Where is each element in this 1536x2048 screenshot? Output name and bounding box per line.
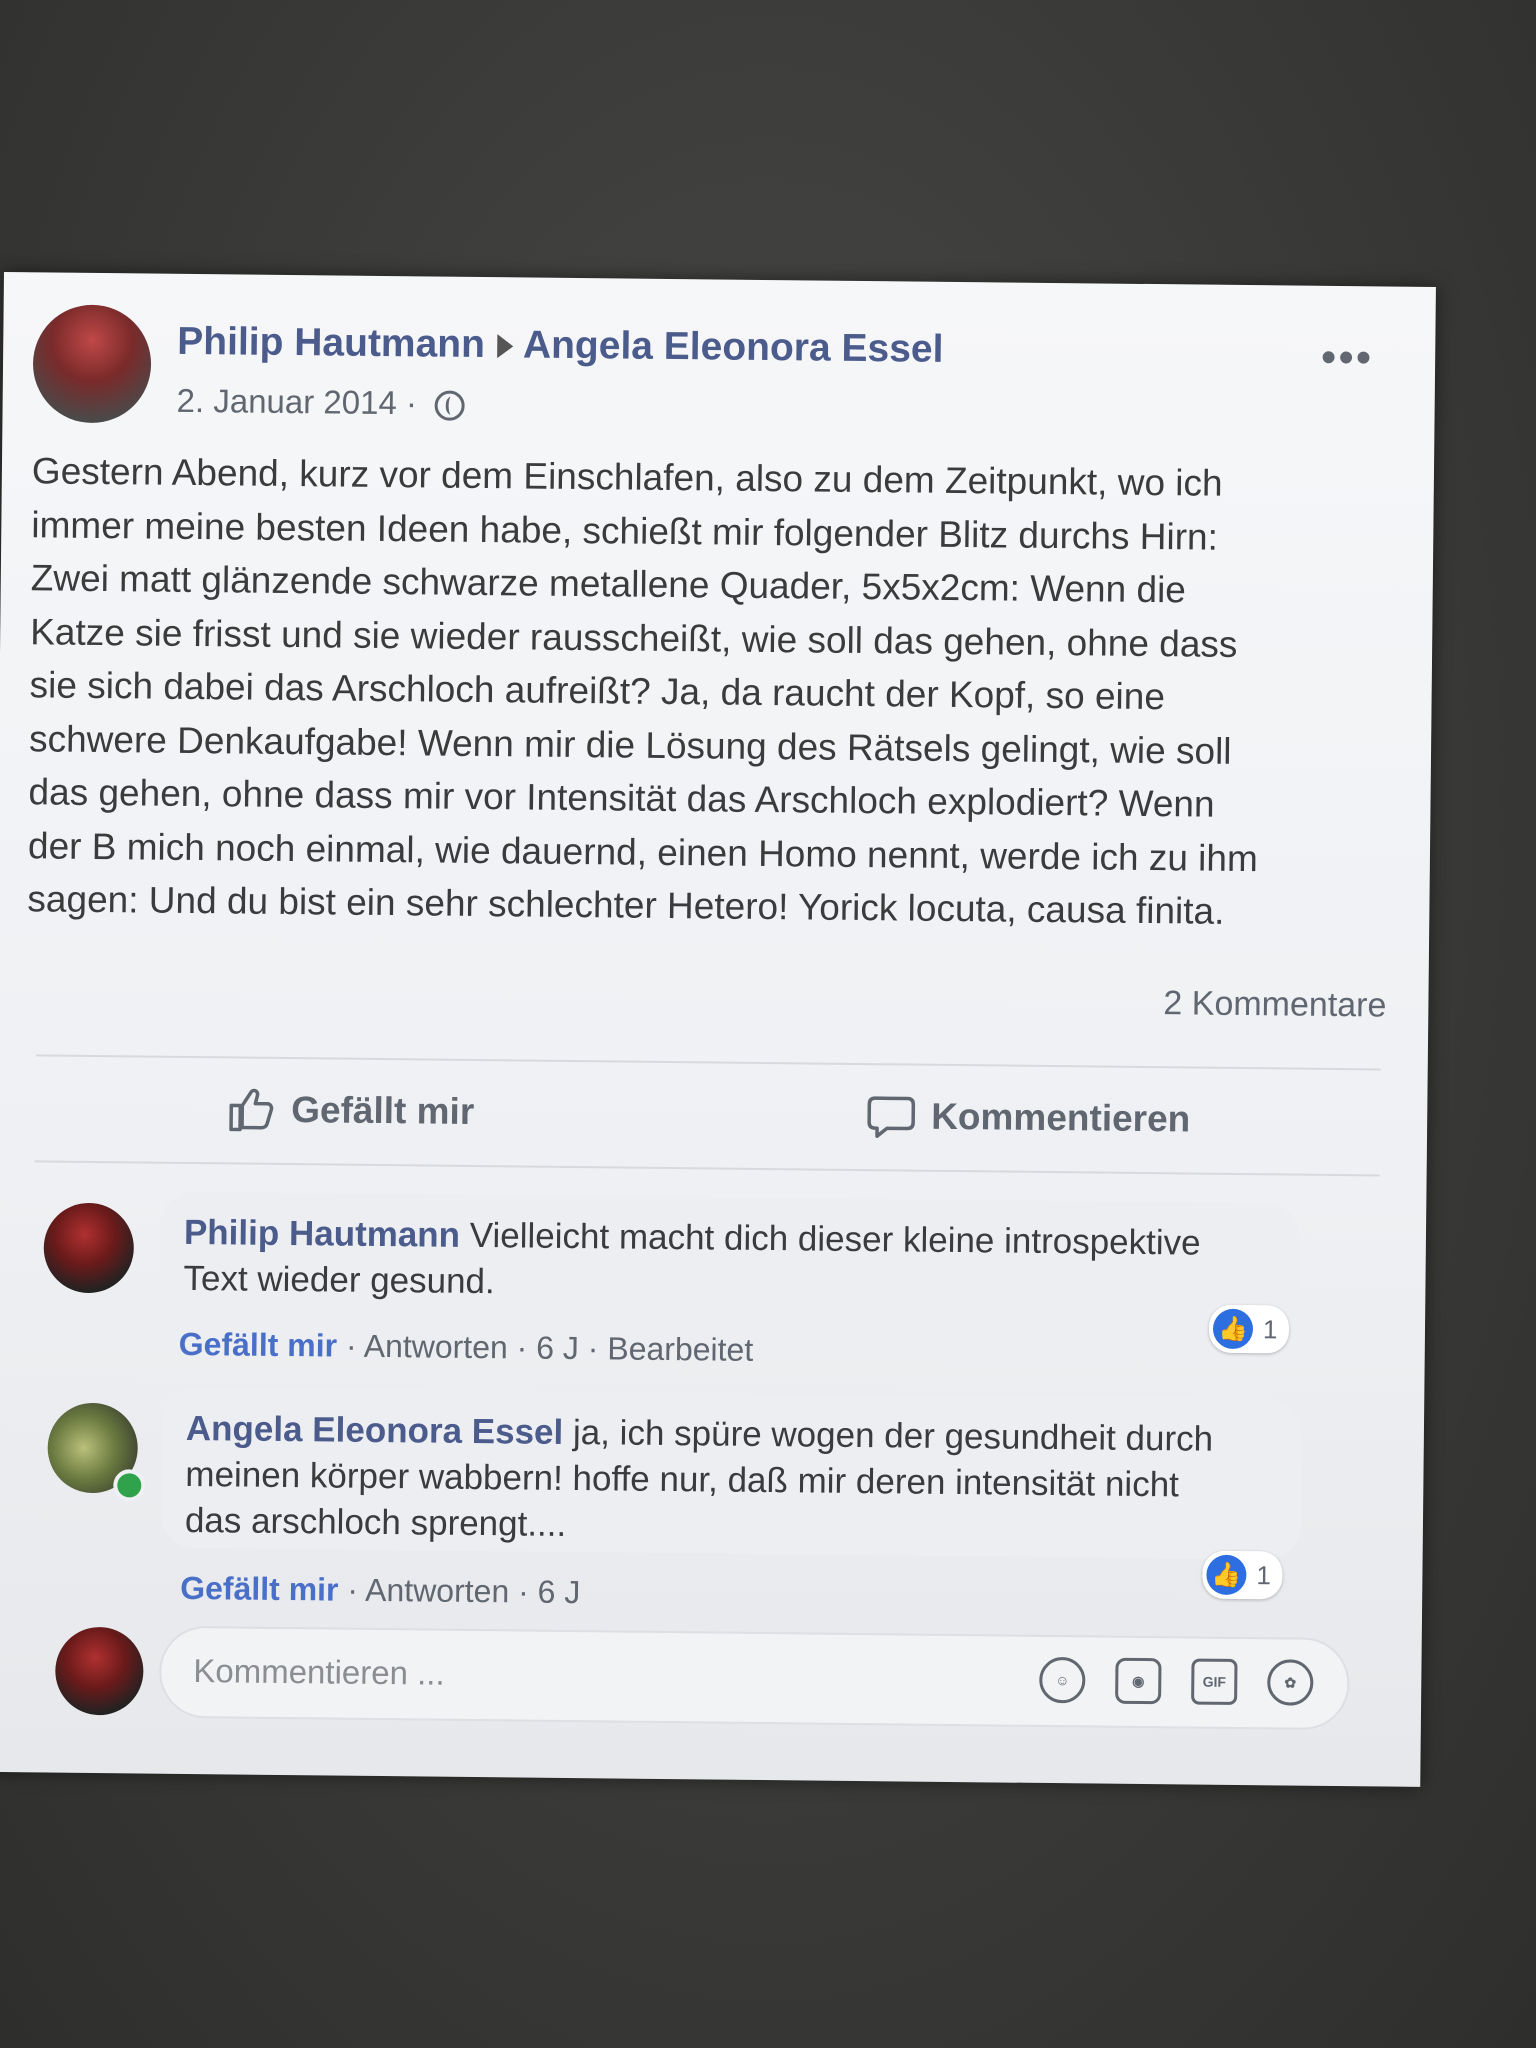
post-date[interactable]: 2. Januar 2014 · [176, 382, 417, 422]
online-status-dot [113, 1469, 146, 1502]
gif-icon[interactable]: GIF [1191, 1658, 1238, 1705]
like-button-label: Gefällt mir [291, 1089, 475, 1132]
comment-button[interactable]: Kommentieren [865, 1081, 1191, 1154]
post-meta: 2. Januar 2014 · [176, 382, 465, 423]
composer-placeholder: Kommentieren ... [193, 1652, 445, 1692]
comment-meta-text[interactable]: · Antworten · 6 J · Bearbeitet [346, 1328, 754, 1368]
thumbs-up-reaction-icon: 👍 [1206, 1554, 1247, 1596]
commenter-name[interactable]: Philip Hautmann [184, 1213, 461, 1255]
divider [34, 1160, 1380, 1177]
reaction-count[interactable]: 👍 1 [1202, 1550, 1284, 1600]
reaction-number: 1 [1256, 1559, 1272, 1590]
author-line: Philip Hautmann Angela Eleonora Essel [177, 320, 944, 372]
globe-icon [433, 390, 465, 422]
more-options-icon[interactable]: ••• [1321, 333, 1374, 383]
sticker-icon[interactable]: ✿ [1267, 1659, 1314, 1706]
target-name[interactable]: Angela Eleonora Essel [523, 323, 944, 370]
facebook-post-card: Philip Hautmann Angela Eleonora Essel 2. … [0, 272, 1436, 1787]
comment-actions: Gefällt mir · Antworten · 6 J [180, 1570, 580, 1611]
divider [35, 1054, 1381, 1071]
comment-count[interactable]: 2 Kommentare [1163, 984, 1386, 1025]
camera-icon[interactable]: ◉ [1115, 1657, 1162, 1705]
comment-like-link[interactable]: Gefällt mir [180, 1570, 339, 1608]
composer-icons: ☺ ◉ GIF ✿ [1039, 1656, 1314, 1706]
author-name[interactable]: Philip Hautmann [177, 320, 485, 366]
comment-bubble: Philip Hautmann Vielleicht macht dich di… [159, 1191, 1301, 1316]
commenter-name[interactable]: Angela Eleonora Essel [186, 1409, 564, 1452]
comment-button-label: Kommentieren [930, 1095, 1191, 1140]
smiley-icon[interactable]: ☺ [1039, 1656, 1086, 1704]
comment-actions: Gefällt mir · Antworten · 6 J · Bearbeit… [179, 1326, 754, 1369]
reaction-number: 1 [1262, 1313, 1278, 1344]
current-user-avatar [54, 1626, 144, 1716]
post-text: Gestern Abend, kurz vor dem Einschlafen,… [27, 450, 1259, 932]
author-avatar[interactable] [32, 304, 152, 424]
reaction-count[interactable]: 👍 1 [1208, 1304, 1290, 1354]
post-header: Philip Hautmann Angela Eleonora Essel 2. … [32, 304, 1403, 438]
comment-bubble: Angela Eleonora Essel ja, ich spüre woge… [160, 1387, 1303, 1560]
like-button[interactable]: Gefällt mir [225, 1074, 475, 1147]
comment-meta-text[interactable]: · Antworten · 6 J [347, 1572, 580, 1610]
comment-like-link[interactable]: Gefällt mir [179, 1326, 338, 1364]
comment-composer[interactable]: Kommentieren ... ☺ ◉ GIF ✿ [158, 1625, 1350, 1731]
arrow-right-icon [496, 333, 514, 359]
speech-bubble-icon [867, 1096, 916, 1138]
thumbs-up-reaction-icon: 👍 [1212, 1308, 1254, 1350]
thumbs-up-icon [229, 1088, 274, 1132]
commenter-avatar[interactable] [43, 1202, 135, 1294]
